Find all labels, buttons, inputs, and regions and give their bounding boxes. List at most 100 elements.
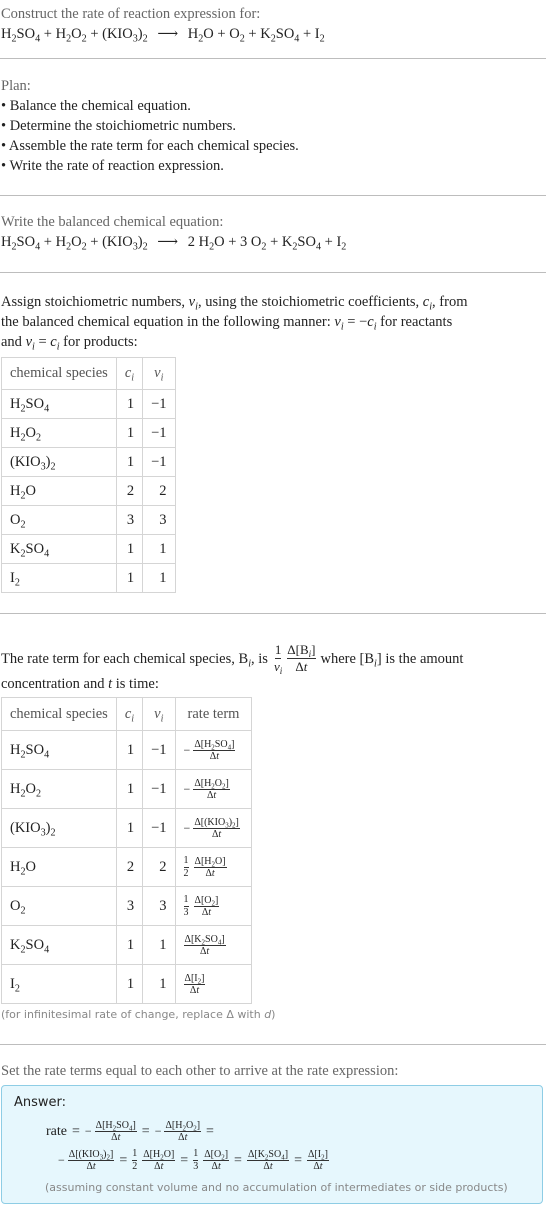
species-cell: H2O2	[1, 769, 117, 809]
coefficient-fraction: 12	[183, 854, 189, 879]
header-ci: ci	[115, 697, 144, 731]
final-heading: Set the rate terms equal to each other t…	[1, 1063, 399, 1079]
stoich-number-cell: 2	[142, 847, 176, 887]
stoich-text: the balanced chemical equation in the fo…	[1, 314, 453, 333]
stoich-number-cell: 1	[142, 563, 176, 593]
delta-fraction: Δ[H2O2] Δt	[164, 1120, 202, 1143]
coefficient-fraction: 12	[132, 1148, 138, 1172]
table-row: I2 1 1 Δ[I2] Δt	[1, 964, 253, 1004]
divider	[0, 1044, 546, 1045]
rate-word: rate	[46, 1123, 67, 1139]
plan-step: • Determine the stoichiometric numbers.	[1, 118, 236, 134]
balanced-equation: H2SO4 + H2O2 + (KIO3)2 ⟶ 2 H2O + 3 O2 + …	[1, 234, 347, 253]
table-row: O2 3 3 1 3 Δ[O2] Δt	[1, 886, 253, 926]
plan-step: • Assemble the rate term for each chemic…	[1, 138, 299, 154]
equals-sign: =	[294, 1152, 302, 1168]
delta-fraction: Δ[H2SO4] Δt	[193, 738, 236, 762]
species-cell: (KIO3)2	[1, 808, 117, 848]
plan-heading: Plan:	[1, 78, 31, 94]
species-cell: H2SO4	[1, 389, 117, 419]
table-row: H2SO4 1 −1	[1, 389, 176, 419]
rate-term-cell: Δ[K2SO4] Δt	[174, 925, 253, 965]
species-cell: K2SO4	[1, 534, 117, 564]
rate-term-text: concentration and t is time:	[1, 676, 159, 692]
coefficient-cell: 1	[115, 964, 144, 1004]
inverse-nu-fraction: 1 νi	[273, 642, 283, 677]
minus-sign: −	[183, 820, 191, 835]
rate-expression-line-2: − Δ[(KIO3)2] Δt = 1 2 Δ[H2O] Δt = 1 3 Δ[O2] Δt = Δ[K2S…	[58, 1148, 329, 1173]
coefficient-fraction: 13	[183, 893, 189, 918]
table-row: O2 3 3	[1, 505, 176, 535]
coefficient-cell: 1	[115, 925, 144, 965]
stoich-number-cell: −1	[142, 730, 176, 770]
formula: K2SO4	[260, 26, 300, 45]
header-species: chemical species	[1, 697, 117, 731]
plan-step: • Write the rate of reaction expression.	[1, 158, 224, 174]
coefficient-cell: 2	[115, 476, 144, 506]
species-cell: H2O	[1, 476, 117, 506]
rate-expression-line-1: rate = − Δ[H2SO4] Δt = − Δ[H2O2] Δt =	[46, 1120, 219, 1143]
delta-fraction: Δ[H2SO4] Δt	[94, 1120, 137, 1143]
intro-heading: Construct the rate of reaction expressio…	[1, 6, 261, 22]
stoich-number-cell: 2	[142, 476, 176, 506]
divider	[0, 272, 546, 273]
equals-sign: =	[141, 1123, 150, 1139]
minus-sign: −	[183, 742, 191, 757]
divider	[0, 195, 546, 196]
assumption-note: (assuming constant volume and no accumul…	[45, 1181, 508, 1194]
reaction-equation: H2SO4 + H2O2 + (KIO3)2 ⟶ H2O + O2 + K2SO…	[1, 26, 325, 45]
stoich-number-cell: −1	[142, 389, 176, 419]
stoich-number-cell: −1	[142, 418, 176, 448]
rate-term-cell: − Δ[H2O2] Δt	[174, 769, 253, 809]
infinitesimal-footnote: (for infinitesimal rate of change, repla…	[1, 1008, 276, 1021]
stoich-number-cell: −1	[142, 808, 176, 848]
coefficient-cell: 1	[115, 418, 144, 448]
delta-fraction: Δ[K2SO4] Δt	[183, 933, 226, 957]
divider	[0, 58, 546, 59]
delta-fraction: Δ[(KIO3)2] Δt	[67, 1149, 115, 1172]
formula: H2O2	[55, 26, 87, 45]
coefficient-cell: 1	[115, 389, 144, 419]
table-row: (KIO3)2 1 −1	[1, 447, 176, 477]
coefficient-cell: 1	[115, 563, 144, 593]
delta-fraction: Δ[I2] Δt	[306, 1149, 329, 1172]
equals-sign: =	[234, 1152, 242, 1168]
stoich-number-cell: −1	[142, 447, 176, 477]
coefficient-cell: 1	[115, 808, 144, 848]
delta-fraction: Δ[(KIO3)2] Δt	[193, 816, 240, 840]
rate-table: chemical species ci νi rate term H2SO4 1−…	[1, 697, 253, 1004]
delta-fraction: Δ[K2SO4] Δt	[246, 1149, 290, 1172]
stoich-number-cell: −1	[142, 769, 176, 809]
header-ci: ci	[115, 357, 144, 390]
delta-fraction: Δ[O2] Δt	[203, 1149, 230, 1172]
formula: H2O	[187, 26, 214, 45]
equals-sign: =	[71, 1123, 80, 1139]
stoich-text: and νi = ci for products:	[1, 334, 138, 353]
answer-box: Answer: rate = − Δ[H2SO4] Δt = − Δ[H2O2] Δt = − Δ[…	[1, 1085, 543, 1204]
header-rate-term: rate term	[174, 697, 253, 731]
formula: H2SO4	[1, 26, 41, 45]
divider	[0, 613, 546, 614]
formula: I2	[314, 26, 325, 45]
coefficient-fraction: 13	[193, 1148, 199, 1172]
table-row: H2O 2 2	[1, 476, 176, 506]
species-cell: H2O2	[1, 418, 117, 448]
reaction-arrow: ⟶	[157, 26, 179, 42]
table-row: K2SO4 1 1 Δ[K2SO4] Δt	[1, 925, 253, 965]
rate-term-cell: Δ[I2] Δt	[174, 964, 253, 1004]
stoich-number-cell: 1	[142, 964, 176, 1004]
minus-sign: −	[84, 1124, 92, 1138]
species-cell: (KIO3)2	[1, 447, 117, 477]
header-nui: νi	[142, 357, 176, 390]
table-row: (KIO3)2 1 −1− Δ[(KIO3)2] Δt	[1, 808, 253, 848]
delta-fraction: Δ[H2O2] Δt	[193, 777, 230, 801]
delta-fraction: Δ[O2] Δt	[193, 894, 220, 918]
coefficient-cell: 2	[115, 847, 144, 887]
species-cell: I2	[1, 964, 117, 1004]
rate-term-cell: − Δ[H2SO4] Δt	[174, 730, 253, 770]
species-cell: O2	[1, 505, 117, 535]
coefficient-cell: 1	[115, 534, 144, 564]
species-cell: K2SO4	[1, 925, 117, 965]
coefficient-cell: 1	[115, 730, 144, 770]
stoich-number-cell: 1	[142, 534, 176, 564]
